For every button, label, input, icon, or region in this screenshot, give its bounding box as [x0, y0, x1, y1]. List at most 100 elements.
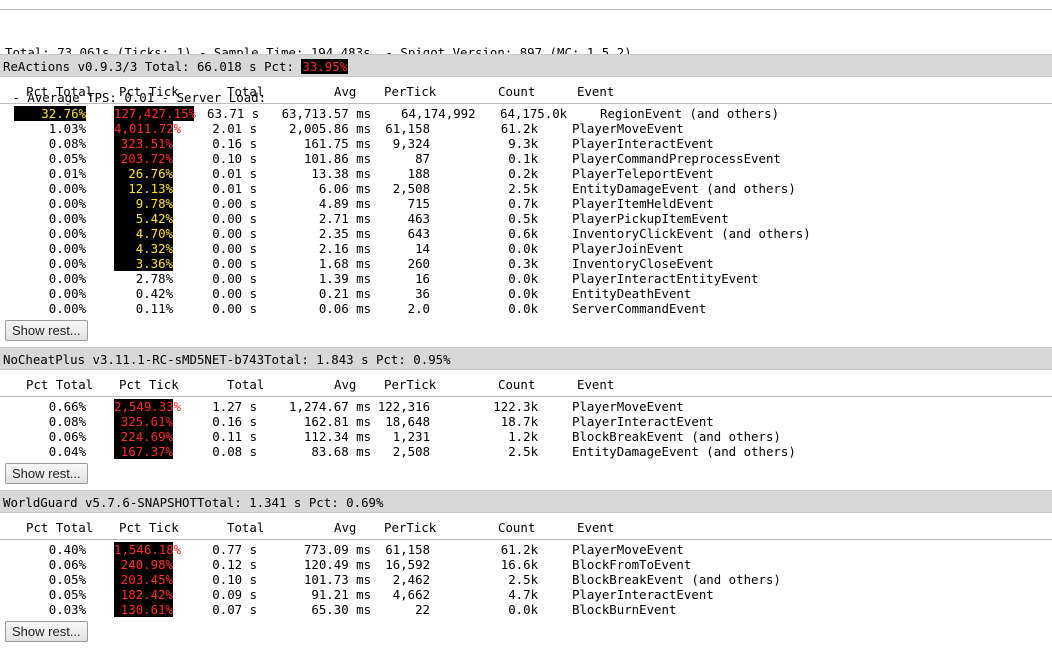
- cell-per-tick: 87: [415, 151, 431, 166]
- cell-pct-total: 0.04%: [48, 444, 87, 459]
- cell-event: PlayerInteractEntityEvent: [572, 271, 759, 286]
- cell-count: 2.5k: [508, 444, 539, 459]
- table-row: 0.08% 325.61% 0.16 s 162.81 ms 18,648 18.7k Pl…: [0, 414, 1052, 429]
- cell-pct-total: 0.00%: [48, 256, 87, 271]
- cell-pct-total: 0.00%: [48, 211, 87, 226]
- cell-avg: 2,005.86 ms: [289, 121, 372, 136]
- cell-pct-total: 0.05%: [48, 572, 87, 587]
- cell-pct-total: 0.03%: [48, 602, 87, 617]
- cell-avg: 4.89 ms: [318, 196, 372, 211]
- column-headers: Pct Total Pct Tick Total Avg PerTick Count Eve…: [0, 375, 1052, 393]
- cell-per-tick: 4,662: [392, 587, 431, 602]
- col-count-header: Count: [498, 377, 536, 392]
- cell-per-tick: 9,324: [392, 136, 431, 151]
- cell-count: 18.7k: [500, 414, 539, 429]
- show-rest-button[interactable]: Show rest...: [5, 621, 88, 642]
- cell-pct-tick: 4.32%: [114, 241, 173, 256]
- cell-avg: 65.30 ms: [311, 602, 372, 617]
- cell-pct-total: 0.08%: [48, 136, 87, 151]
- table-row: 0.00% 4.70% 0.00 s 2.35 ms 643 0.6k InventoryC…: [0, 226, 1052, 241]
- col-per-tick-header: PerTick: [384, 377, 437, 392]
- cell-pct-tick: 240.98%: [114, 557, 173, 572]
- table-row: 0.05% 203.45% 0.10 s 101.73 ms 2,462 2.5k Bloc…: [0, 572, 1052, 587]
- cell-pct-tick: 325.61%: [114, 414, 173, 429]
- cell-pct-tick: 127,427.15%: [114, 106, 197, 121]
- cell-pct-total: 0.06%: [48, 557, 87, 572]
- cell-total: 0.01 s: [212, 166, 258, 181]
- cell-count: 0.3k: [508, 256, 539, 271]
- cell-pct-total: 0.66%: [48, 399, 87, 414]
- cell-avg: 0.21 ms: [318, 286, 372, 301]
- plugin-name-total: NoCheatPlus v3.11.1-RC-sMD5NET-b743Total…: [3, 352, 451, 367]
- cell-avg: 101.73 ms: [303, 572, 372, 587]
- cell-count: 0.0k: [508, 301, 539, 316]
- table-row: 0.00% 9.78% 0.00 s 4.89 ms 715 0.7k PlayerItem…: [0, 196, 1052, 211]
- plugin-section: ReActions v0.9.3/3 Total: 66.018 s Pct: …: [0, 54, 1052, 341]
- cell-per-tick: 260: [407, 256, 431, 271]
- col-count-header: Count: [498, 84, 536, 99]
- cell-pct-total: 0.00%: [48, 241, 87, 256]
- cell-pct-total: 0.00%: [48, 181, 87, 196]
- col-pct-total-header: Pct Total: [26, 520, 94, 535]
- cell-total: 0.00 s: [212, 286, 258, 301]
- cell-event: EntityDeathEvent: [572, 286, 692, 301]
- cell-pct-tick: 182.42%: [114, 587, 173, 602]
- cell-pct-total: 0.01%: [48, 166, 87, 181]
- cell-avg: 1.39 ms: [318, 271, 372, 286]
- plugin-header: NoCheatPlus v3.11.1-RC-sMD5NET-b743Total…: [0, 347, 1052, 370]
- cell-avg: 2.16 ms: [318, 241, 372, 256]
- cell-event: PlayerCommandPreprocessEvent: [572, 151, 781, 166]
- cell-avg: 0.06 ms: [318, 301, 372, 316]
- cell-pct-total: 0.00%: [48, 301, 87, 316]
- column-headers: Pct Total Pct Tick Total Avg PerTick Count Eve…: [0, 82, 1052, 100]
- cell-pct-total: 0.00%: [48, 286, 87, 301]
- cell-pct-total: 0.06%: [48, 429, 87, 444]
- cell-total: 1.27 s: [212, 399, 258, 414]
- cell-total: 0.11 s: [212, 429, 258, 444]
- cell-event: PlayerItemHeldEvent: [572, 196, 714, 211]
- col-avg-header: Avg: [334, 520, 357, 535]
- cell-event: ServerCommandEvent: [572, 301, 707, 316]
- cell-pct-total: 1.03%: [48, 121, 87, 136]
- cell-total: 0.77 s: [212, 542, 258, 557]
- col-per-tick-header: PerTick: [384, 84, 437, 99]
- table-row: 0.00% 3.36% 0.00 s 1.68 ms 260 0.3k InventoryC…: [0, 256, 1052, 271]
- plugin-header: ReActions v0.9.3/3 Total: 66.018 s Pct: …: [0, 54, 1052, 77]
- cell-per-tick: 18,648: [385, 414, 431, 429]
- cell-pct-tick: 9.78%: [114, 196, 173, 211]
- table-row: 0.05% 182.42% 0.09 s 91.21 ms 4,662 4.7k Playe…: [0, 587, 1052, 602]
- cell-event: RegionEvent (and others): [600, 106, 780, 121]
- cell-per-tick: 2,508: [392, 444, 431, 459]
- plugin-pct-badge: 33.95%: [301, 59, 349, 74]
- cell-pct-tick: 130.61%: [114, 602, 173, 617]
- show-rest-button[interactable]: Show rest...: [5, 463, 88, 484]
- cell-total: 0.12 s: [212, 557, 258, 572]
- cell-per-tick: 22: [415, 602, 431, 617]
- cell-total: 63.71 s: [207, 106, 260, 121]
- cell-pct-tick: 323.51%: [114, 136, 173, 151]
- cell-total: 0.00 s: [212, 301, 258, 316]
- col-pct-total-header: Pct Total: [26, 84, 94, 99]
- cell-count: 0.5k: [508, 211, 539, 226]
- table-row: 0.08% 323.51% 0.16 s 161.75 ms 9,324 9.3k Play…: [0, 136, 1052, 151]
- cell-per-tick: 36: [415, 286, 431, 301]
- cell-event: InventoryClickEvent (and others): [572, 226, 811, 241]
- cell-per-tick: 14: [415, 241, 431, 256]
- cell-pct-tick: 203.72%: [114, 151, 173, 166]
- cell-count: 0.6k: [508, 226, 539, 241]
- cell-total: 0.00 s: [212, 226, 258, 241]
- cell-pct-tick: 26.76%: [114, 166, 173, 181]
- cell-event: PlayerInteractEvent: [572, 587, 714, 602]
- cell-event: PlayerMoveEvent: [572, 121, 684, 136]
- cell-total: 0.01 s: [212, 181, 258, 196]
- col-event-header: Event: [577, 84, 615, 99]
- cell-per-tick: 16,592: [385, 557, 431, 572]
- col-count-header: Count: [498, 520, 536, 535]
- show-rest-button[interactable]: Show rest...: [5, 320, 88, 341]
- cell-per-tick: 1,231: [392, 429, 431, 444]
- cell-count: 4.7k: [508, 587, 539, 602]
- cell-event: EntityDamageEvent (and others): [572, 444, 796, 459]
- cell-per-tick: 2.0: [407, 301, 431, 316]
- cell-count: 1.2k: [508, 429, 539, 444]
- cell-count: 0.1k: [508, 151, 539, 166]
